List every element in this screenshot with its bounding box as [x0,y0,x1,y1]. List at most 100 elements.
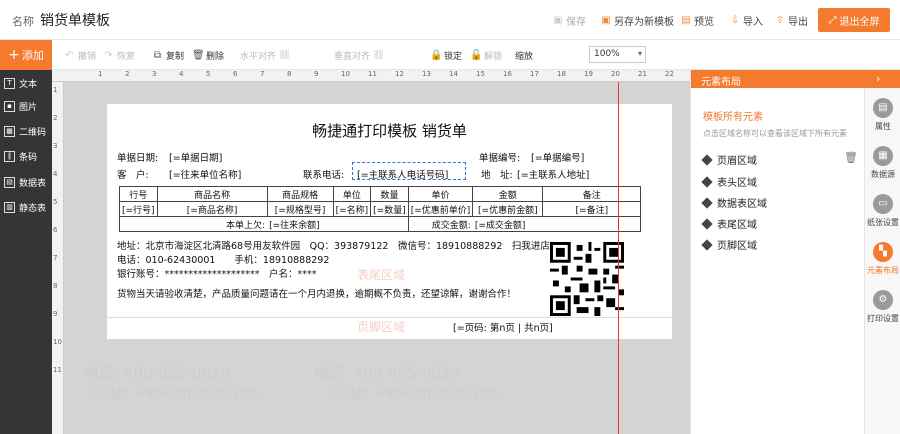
balance-label: 本单上欠: [119,216,268,232]
ruler-tick-label: 10 [341,70,350,78]
ruler-tick-label: 10 [53,338,62,346]
layer-icon [701,175,713,188]
add-barcode[interactable]: ∥ 条码 [4,145,52,167]
td-price: [=优惠前单价] [407,201,474,217]
layer-icon [701,196,713,209]
deal-label: 成交金额: [407,216,473,232]
td-spec: [=规格型号] [266,201,334,217]
notice-text[interactable]: 货物当天请验收清楚，产品质量问题请在一个月内退换，逾期概不负责，还望谅解，谢谢合… [117,286,516,300]
undo-button[interactable]: ↶ 撤销 [64,49,96,62]
customer-field[interactable]: [=往来单位名称] [169,167,241,181]
ruler-tick-label: 3 [53,142,58,150]
save-button[interactable]: ▣ 保存 [553,13,586,28]
document-title[interactable]: 畅捷通打印模板 销货单 [107,120,672,141]
td-amount: [=优惠前金额] [472,201,544,217]
ruler-tick-label: 6 [233,70,238,78]
import-button[interactable]: ⇩ 导入 [730,13,763,28]
text-icon: T [4,77,15,89]
phone-label[interactable]: 联系电话: [303,167,344,181]
ruler-tick-label: 2 [125,70,130,78]
layout-item-footer[interactable]: 页脚区域 [701,237,757,252]
template-title[interactable]: 销货单模板 [40,10,110,30]
tab-print-settings[interactable]: ⚙ 打印设置 [865,290,900,324]
qrcode-image[interactable] [550,242,624,316]
ruler-tick-label: 16 [503,70,512,78]
barcode-icon: ∥ [4,150,15,162]
save-as-icon: ▣ [601,14,611,26]
footer-phone[interactable]: 电话：010-62430001 手机：18910888292 [117,252,329,266]
preview-icon: ▤ [681,14,691,26]
panel-subtitle: 模板所有元素 [703,112,763,123]
address-label[interactable]: 地 址: [481,167,513,181]
add-qrcode[interactable]: ▦ 二维码 [4,120,52,142]
customer-label[interactable]: 客 户: [117,167,149,181]
watermark-web: 网址: www.chanjet.net [94,384,260,402]
ruler-tick-label: 19 [584,70,593,78]
date-label[interactable]: 单据日期: [117,150,158,164]
properties-icon: ▤ [873,98,893,118]
add-datatable[interactable]: ▤ 数据表 [4,171,52,193]
layout-panel: 元素布局 模板所有元素 点击区域名称可以查看该区域下所有元素 页眉区域 🗑 表头… [690,70,900,434]
ruler-tick-label: 21 [638,70,647,78]
add-button[interactable]: + 添加 [0,40,52,70]
design-canvas[interactable]: 畅捷通打印模板 销货单 单据日期: [=单据日期] 单据编号: [=单据编号] … [64,82,690,434]
redo-button[interactable]: ↷ 恢复 [103,49,135,62]
goods-table[interactable]: 行号 商品名称 商品规格 单位 数量 单价 金额 备注 [=行号] [=商品名称… [119,186,642,232]
area-label-footer: 页脚区域 [357,320,406,334]
export-button[interactable]: ⇧ 导出 [775,13,808,28]
layout-item-header[interactable]: 页眉区域 [701,152,757,167]
ruler-tick-label: 17 [530,70,539,78]
static-table-icon: ▥ [4,201,15,213]
exit-fullscreen-icon: ⤢ [828,14,837,26]
tab-properties[interactable]: ▤ 属性 [865,98,900,132]
th-price: 单价 [407,186,474,202]
add-static-table[interactable]: ▥ 静态表 [4,196,52,218]
add-text[interactable]: T 文本 [4,72,52,94]
tab-datasource[interactable]: ▦ 数据源 [865,146,900,180]
preview-button[interactable]: ▤ 预览 [681,13,714,28]
unlock-button[interactable]: 🔓 解锁 [470,49,502,62]
layout-item-tail[interactable]: 表尾区域 [701,216,757,231]
ruler-tick-label: 1 [53,86,58,94]
tab-element-layout[interactable]: ▚ 元素布局 [865,242,900,276]
tab-paper-settings[interactable]: ▭ 纸张设置 [865,194,900,228]
valign-icons: ⫼⫼ [373,50,384,61]
ruler-tick-label: 15 [476,70,485,78]
zoom-label: 缩放 [515,52,534,62]
number-field[interactable]: [=单据编号] [531,150,584,164]
layout-item-table-header[interactable]: 表头区域 [701,174,757,189]
address-field[interactable]: [=主联系人地址] [517,167,589,181]
save-as-button[interactable]: ▣ 另存为新模板 [601,13,674,28]
footer-bank[interactable]: 银行账号：******************** 户名：**** [117,266,317,280]
horizontal-align-button[interactable]: 水平对齐 ⫼⫼ [240,49,290,62]
vertical-ruler: 1 2 3 4 5 6 7 8 9 10 11 [52,82,64,434]
ruler-tick-label: 7 [260,70,265,78]
delete-button[interactable]: 🗑 删除 [192,49,224,62]
page-info[interactable]: [=页码: 第n页 | 共n页] [453,320,553,334]
lock-button[interactable]: 🔒 锁定 [430,49,462,62]
datasource-icon: ▦ [873,146,893,166]
ruler-tick-label: 20 [611,70,620,78]
copy-button[interactable]: ⧉ 复制 [152,49,184,62]
ruler-tick-label: 11 [53,366,62,374]
trash-icon[interactable]: 🗑 [844,151,858,164]
selection-box[interactable] [352,162,466,180]
ruler-tick-label: 5 [53,198,58,206]
number-label[interactable]: 单据编号: [479,150,520,164]
add-image[interactable]: ▪ 图片 [4,95,52,117]
datatable-icon: ▤ [4,176,15,188]
layout-item-datatable[interactable]: 数据表区域 [701,195,767,210]
zoom-select[interactable]: 100% ▾ [589,46,646,63]
redo-icon: ↷ [104,50,113,61]
footer-address[interactable]: 地址：北京市海淀区北清路68号用友软件园 QQ：393879122 微信号：18… [117,238,550,252]
lock-icon: 🔒 [430,50,443,61]
paper-sheet[interactable]: 畅捷通打印模板 销货单 单据日期: [=单据日期] 单据编号: [=单据编号] … [107,104,672,339]
chevron-right-icon[interactable]: › [876,72,880,85]
horizontal-ruler: 1234567891011121314151617181920212223 [52,70,701,82]
exit-fullscreen-button[interactable]: ⤢ 退出全屏 [818,8,890,32]
vertical-align-button[interactable]: 垂直对齐 ⫼⫼ [334,49,384,62]
ruler-tick-label: 9 [314,70,319,78]
ruler-tick-label: 8 [287,70,292,78]
date-field[interactable]: [=单据日期] [169,150,222,164]
area-label-tail: 表尾区域 [357,268,406,282]
